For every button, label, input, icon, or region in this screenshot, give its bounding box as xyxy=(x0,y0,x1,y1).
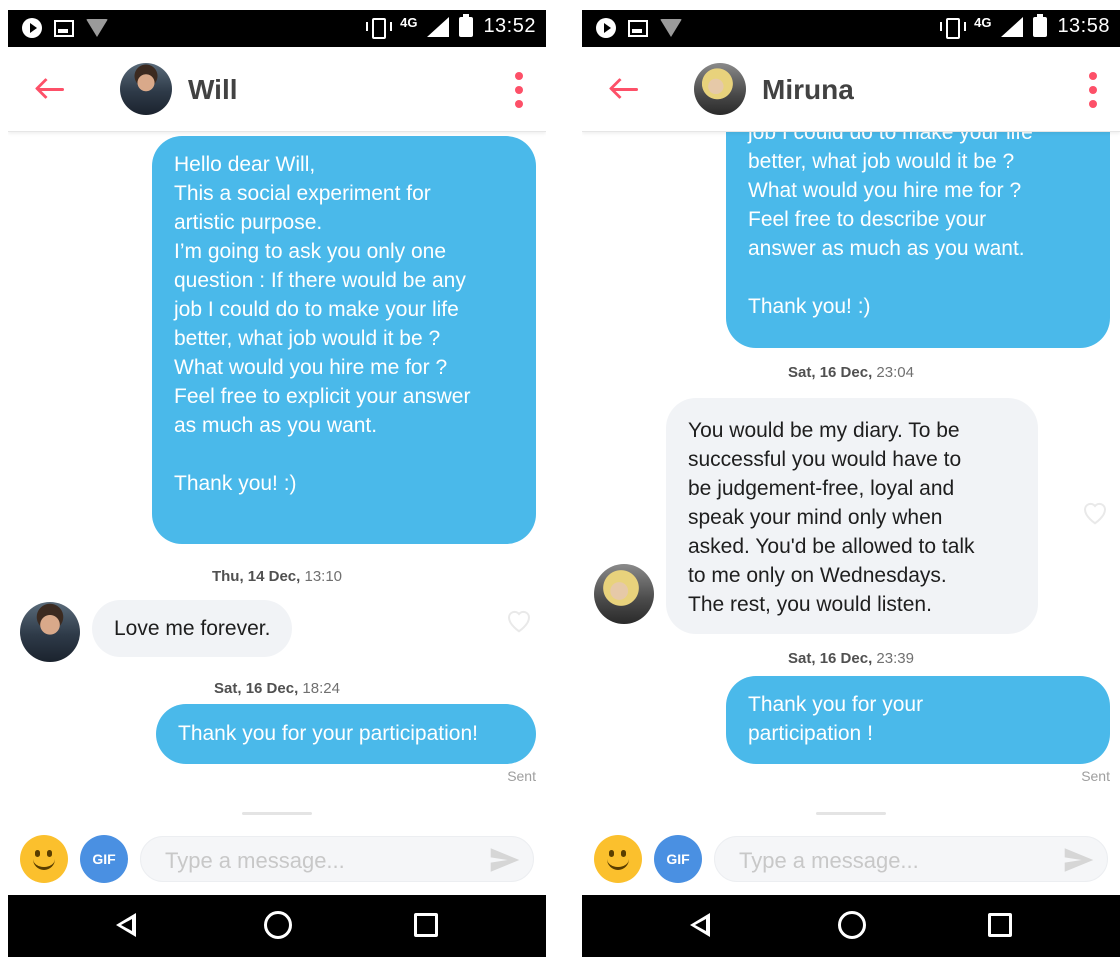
network-type: 4G xyxy=(400,15,418,30)
message-placeholder: Type a message... xyxy=(165,848,345,873)
avatar[interactable] xyxy=(120,63,172,115)
message-composer: GIF Type a message... xyxy=(582,822,1120,896)
message-composer: GIF Type a message... xyxy=(8,822,546,896)
back-arrow-icon[interactable] xyxy=(604,69,644,109)
message-placeholder: Type a message... xyxy=(739,848,919,873)
timestamp: Sat, 16 Dec, 23:04 xyxy=(788,364,914,381)
nav-home-icon[interactable] xyxy=(838,911,866,939)
sent-status: Sent xyxy=(1081,768,1110,784)
emoji-icon[interactable] xyxy=(594,835,642,883)
chat-screen-will: 4G 13:52 Will Hello dear Will, This a so… xyxy=(8,10,546,957)
play-notification-icon xyxy=(22,18,42,38)
emoji-icon[interactable] xyxy=(20,835,68,883)
contact-name[interactable]: Miruna xyxy=(762,74,854,106)
incoming-message[interactable]: Love me forever. xyxy=(92,600,293,657)
avatar[interactable] xyxy=(20,602,80,662)
heart-icon[interactable] xyxy=(1080,498,1110,526)
avatar[interactable] xyxy=(594,564,654,624)
heart-icon[interactable] xyxy=(504,606,534,634)
android-nav-bar xyxy=(8,895,546,957)
vibrate-icon xyxy=(938,17,967,39)
avatar[interactable] xyxy=(694,63,746,115)
battery-icon xyxy=(1033,13,1048,37)
chat-header: Miruna xyxy=(582,47,1120,132)
nav-home-icon[interactable] xyxy=(264,911,292,939)
outgoing-message[interactable]: Thank you for your participation ! xyxy=(726,676,1110,764)
wifi-icon xyxy=(86,19,108,37)
incoming-message[interactable]: You would be my diary. To be successful … xyxy=(666,398,1038,634)
contact-name[interactable]: Will xyxy=(188,74,238,106)
image-notification-icon xyxy=(628,19,648,37)
timestamp: Sat, 16 Dec, 18:24 xyxy=(214,680,340,697)
nav-back-icon[interactable] xyxy=(690,913,710,937)
nav-recents-icon[interactable] xyxy=(414,913,438,937)
gif-button[interactable]: GIF xyxy=(654,835,702,883)
android-nav-bar xyxy=(582,895,1120,957)
message-list[interactable]: job I could do to make your life better,… xyxy=(582,132,1120,812)
gif-button[interactable]: GIF xyxy=(80,835,128,883)
message-input[interactable]: Type a message... xyxy=(140,836,534,882)
vibrate-icon xyxy=(364,17,393,39)
chat-header: Will xyxy=(8,47,546,132)
message-input[interactable]: Type a message... xyxy=(714,836,1108,882)
sent-status: Sent xyxy=(507,768,536,784)
outgoing-message[interactable]: Thank you for your participation! xyxy=(156,704,536,764)
play-notification-icon xyxy=(596,18,616,38)
image-notification-icon xyxy=(54,19,74,37)
chat-screen-miruna: 4G 13:58 Miruna job I could do to make y… xyxy=(582,10,1120,957)
send-icon[interactable] xyxy=(1063,847,1095,873)
message-list[interactable]: Hello dear Will, This a social experimen… xyxy=(8,132,546,812)
drag-handle[interactable] xyxy=(242,812,312,815)
more-vert-icon[interactable] xyxy=(508,69,530,111)
back-arrow-icon[interactable] xyxy=(30,69,70,109)
outgoing-message[interactable]: job I could do to make your life better,… xyxy=(726,132,1110,348)
status-time: 13:58 xyxy=(1057,15,1110,37)
nav-back-icon[interactable] xyxy=(116,913,136,937)
status-bar: 4G 13:58 xyxy=(582,10,1120,47)
battery-icon xyxy=(459,13,474,37)
signal-icon xyxy=(1001,16,1024,37)
send-icon[interactable] xyxy=(489,847,521,873)
outgoing-message[interactable]: Hello dear Will, This a social experimen… xyxy=(152,136,536,544)
nav-recents-icon[interactable] xyxy=(988,913,1012,937)
status-time: 13:52 xyxy=(483,15,536,37)
timestamp: Thu, 14 Dec, 13:10 xyxy=(211,568,343,585)
drag-handle[interactable] xyxy=(816,812,886,815)
timestamp: Sat, 16 Dec, 23:39 xyxy=(788,650,914,667)
wifi-icon xyxy=(660,19,682,37)
network-type: 4G xyxy=(974,15,992,30)
more-vert-icon[interactable] xyxy=(1082,69,1104,111)
status-bar: 4G 13:52 xyxy=(8,10,546,47)
signal-icon xyxy=(427,16,450,37)
